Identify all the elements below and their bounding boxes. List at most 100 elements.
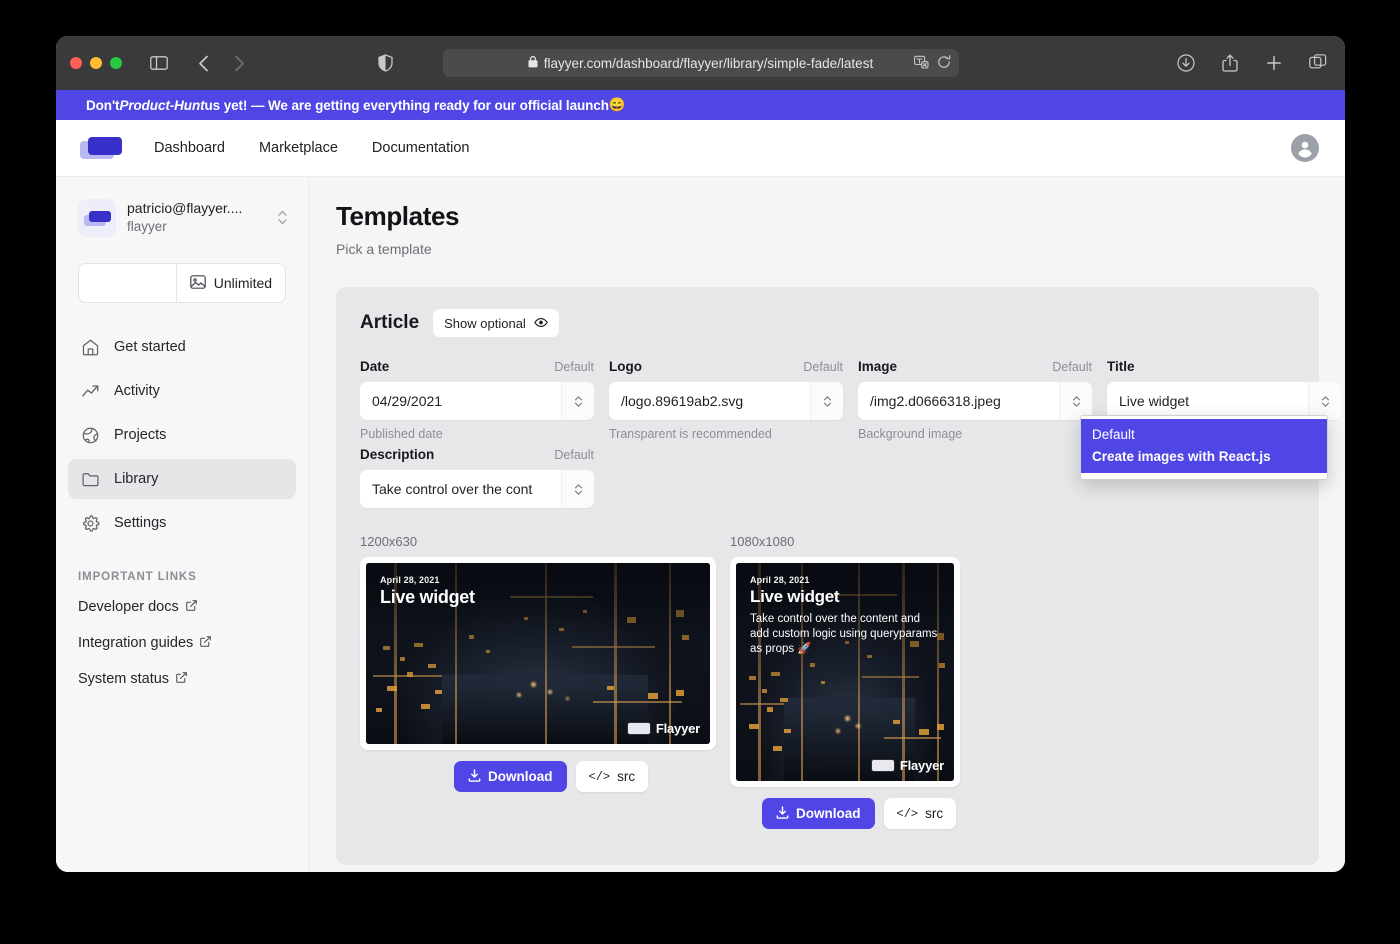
gear-icon <box>80 513 100 533</box>
download-icon <box>468 768 481 785</box>
new-tab-icon[interactable] <box>1261 50 1287 76</box>
sidebar-item-library[interactable]: Library <box>68 459 296 499</box>
description-stepper[interactable] <box>561 470 594 508</box>
link-integration-guides[interactable]: Integration guides <box>56 625 308 661</box>
date-stepper[interactable] <box>561 382 594 420</box>
logo-input-wrap[interactable] <box>609 382 843 420</box>
downloads-icon[interactable] <box>1173 50 1199 76</box>
src-button[interactable]: </> src <box>883 798 957 829</box>
dropdown-option-default[interactable]: Default <box>1081 424 1327 446</box>
code-icon: </> <box>588 769 611 784</box>
download-button-label: Download <box>796 806 861 821</box>
main-content: Templates Pick a template Article Show o… <box>309 177 1345 872</box>
image-input-wrap[interactable] <box>858 382 1092 420</box>
sidebar-label-projects: Projects <box>114 427 167 443</box>
image-field-hint: Background image <box>858 427 963 441</box>
sidebar-item-get-started[interactable]: Get started <box>68 327 296 367</box>
image-field-badge: Default <box>1052 360 1092 374</box>
nav-link-dashboard[interactable]: Dashboard <box>154 140 225 156</box>
close-window-button[interactable] <box>70 57 82 69</box>
date-field-label: Date <box>360 359 390 374</box>
account-email: patricio@flayyer.... <box>127 200 243 217</box>
preview-list: 1200x630 April 28, 2021 Live widget Flay… <box>360 534 1295 829</box>
quota-blank-cell <box>79 264 176 302</box>
share-icon[interactable] <box>1217 50 1243 76</box>
maximize-window-button[interactable] <box>110 57 122 69</box>
external-link-icon <box>185 600 197 614</box>
trending-up-icon <box>80 381 100 401</box>
title-dropdown-menu[interactable]: Default Create images with React.js <box>1080 415 1328 481</box>
link-label-integration-guides: Integration guides <box>78 635 194 651</box>
show-optional-label: Show optional <box>444 315 526 331</box>
sidebar-item-projects[interactable]: Projects <box>68 415 296 455</box>
link-label-system-status: System status <box>78 671 170 687</box>
date-field-badge: Default <box>554 360 594 374</box>
external-link-icon <box>176 672 187 686</box>
address-bar[interactable]: flayyer.com/dashboard/flayyer/library/si… <box>442 49 959 77</box>
download-button[interactable]: Download <box>762 798 875 829</box>
logo-stepper[interactable] <box>810 382 843 420</box>
privacy-shield-icon[interactable] <box>372 50 398 76</box>
description-field: Description Default <box>360 447 594 508</box>
sidebar-label-activity: Activity <box>114 383 160 399</box>
image-input[interactable] <box>858 382 1059 420</box>
announcement-banner[interactable]: Don't Product-Hunt us yet! — We are gett… <box>56 90 1345 120</box>
src-button[interactable]: </> src <box>575 761 649 792</box>
image-field: Image Default Background image <box>858 359 1092 441</box>
logo-field-badge: Default <box>803 360 843 374</box>
sidebar-item-settings[interactable]: Settings <box>68 503 296 543</box>
browser-window: flayyer.com/dashboard/flayyer/library/si… <box>56 36 1345 872</box>
dropdown-option-react[interactable]: Create images with React.js <box>1081 446 1327 468</box>
back-chevron-icon[interactable] <box>190 50 216 76</box>
preview-card[interactable]: April 28, 2021 Live widget Flayyer <box>360 557 716 750</box>
quota-widget[interactable]: Unlimited <box>78 263 286 303</box>
account-org: flayyer <box>127 219 167 235</box>
watermark-label: Flayyer <box>899 758 944 773</box>
preview-date: April 28, 2021 <box>750 575 810 585</box>
watermark-mark-icon <box>626 722 651 735</box>
panel-title: Article <box>360 312 420 333</box>
show-optional-button[interactable]: Show optional <box>433 309 559 337</box>
title-field-label: Title <box>1107 359 1135 374</box>
user-avatar-icon[interactable] <box>1291 134 1319 162</box>
account-switcher[interactable]: patricio@flayyer.... flayyer <box>56 199 308 237</box>
forward-chevron-icon[interactable] <box>226 50 252 76</box>
tab-overview-icon[interactable] <box>1305 50 1331 76</box>
download-icon <box>776 805 789 822</box>
sidebar-item-activity[interactable]: Activity <box>68 371 296 411</box>
nav-link-documentation[interactable]: Documentation <box>372 140 470 156</box>
code-icon: </> <box>896 806 919 821</box>
link-developer-docs[interactable]: Developer docs <box>56 589 308 625</box>
address-bar-actions <box>913 49 951 77</box>
browser-toolbar-right <box>1173 50 1331 76</box>
flayyer-watermark: Flayyer <box>626 721 700 736</box>
description-input[interactable] <box>360 470 561 508</box>
date-input[interactable] <box>360 382 561 420</box>
sidebar-label-library: Library <box>114 471 159 487</box>
page-subtitle: Pick a template <box>336 241 432 257</box>
description-input-wrap[interactable] <box>360 470 594 508</box>
watermark-label: Flayyer <box>655 721 700 736</box>
sidebar-toggle-icon[interactable] <box>146 50 172 76</box>
src-button-label: src <box>925 806 944 821</box>
download-button[interactable]: Download <box>454 761 567 792</box>
reload-icon[interactable] <box>937 54 951 72</box>
preview-1200x630: 1200x630 April 28, 2021 Live widget Flay… <box>360 534 716 829</box>
logo-field: Logo Default Transparent is recommended <box>609 359 843 441</box>
watermark-mark-icon <box>870 759 895 772</box>
translate-icon[interactable] <box>913 55 929 72</box>
sidebar-nav: Get started Activity Projects Library Se… <box>56 327 308 543</box>
minimize-window-button[interactable] <box>90 57 102 69</box>
nav-link-marketplace[interactable]: Marketplace <box>259 140 338 156</box>
link-system-status[interactable]: System status <box>56 661 308 697</box>
description-field-label: Description <box>360 447 435 462</box>
logo-input[interactable] <box>609 382 810 420</box>
date-input-wrap[interactable] <box>360 382 594 420</box>
flayyer-logo[interactable] <box>80 137 126 159</box>
preview-size-label: 1080x1080 <box>730 534 795 549</box>
date-field-hint: Published date <box>360 427 443 441</box>
preview-thumbnail: April 28, 2021 Live widget Take control … <box>736 563 954 781</box>
preview-card[interactable]: April 28, 2021 Live widget Take control … <box>730 557 960 787</box>
quota-label: Unlimited <box>213 275 273 291</box>
window-controls <box>70 57 122 69</box>
